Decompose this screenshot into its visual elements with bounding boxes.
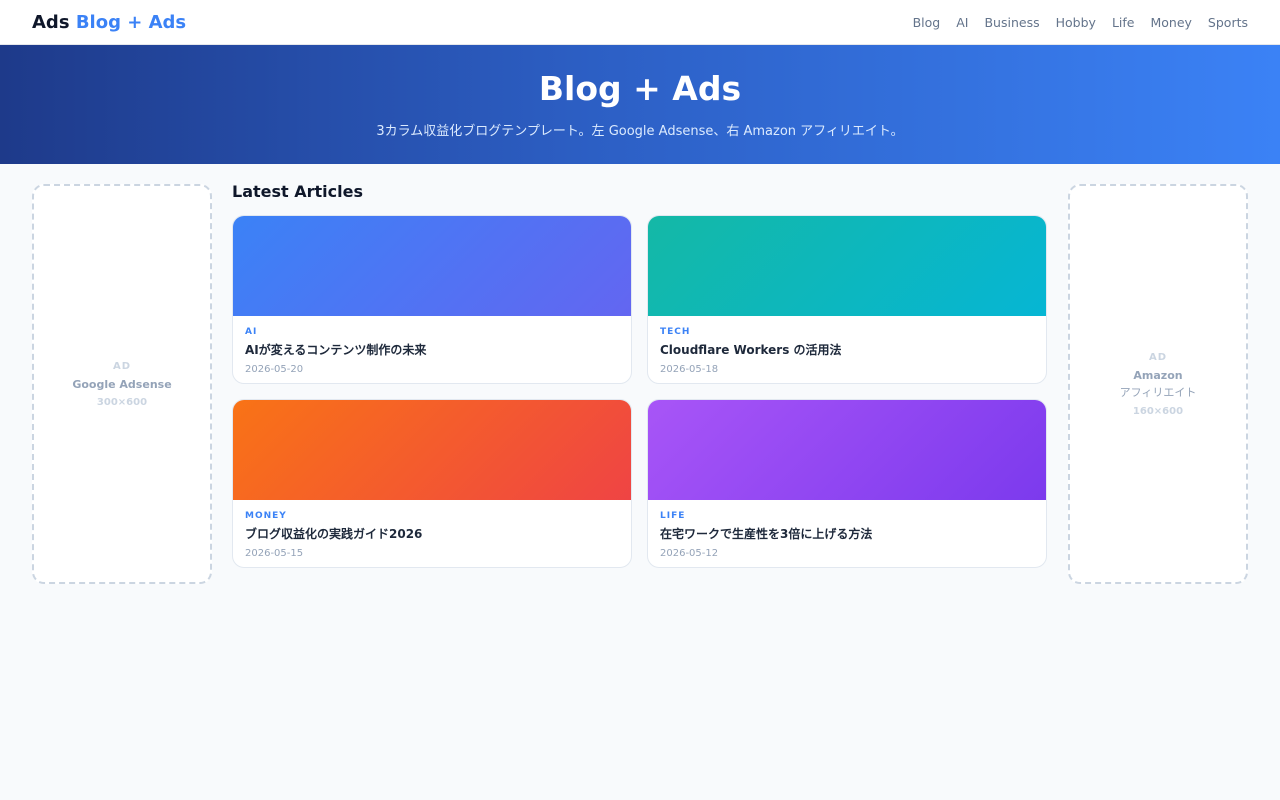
article-title[interactable]: ブログ収益化の実践ガイド2026: [245, 525, 619, 542]
ad-slot-right[interactable]: AD Amazon アフィリエイト 160×600: [1068, 184, 1248, 584]
ad-label: AD: [1148, 351, 1168, 363]
hero-subtitle: 3カラム収益化ブログテンプレート。左 Google Adsense、右 Amaz…: [376, 123, 904, 139]
article-thumbnail: [233, 216, 631, 316]
three-column-layout: AD Google Adsense 300×600 Latest Article…: [0, 164, 1280, 604]
article-grid: AI AIが変えるコンテンツ制作の未来 2026-05-20 TECH Clou…: [232, 215, 1048, 568]
article-card[interactable]: MONEY ブログ収益化の実践ガイド2026 2026-05-15: [232, 399, 632, 568]
article-date: 2026-05-18: [660, 364, 719, 375]
article-date: 2026-05-15: [245, 548, 304, 559]
article-date: 2026-05-20: [245, 364, 304, 375]
article-body: LIFE 在宅ワークで生産性を3倍に上げる方法 2026-05-12: [648, 500, 1046, 567]
ad-label: AD: [112, 360, 132, 372]
nav-item-business[interactable]: Business: [984, 15, 1039, 30]
ad-size: 160×600: [1132, 405, 1184, 417]
article-category: LIFE: [660, 511, 686, 521]
article-date: 2026-05-12: [660, 548, 719, 559]
article-category: AI: [245, 327, 258, 337]
article-thumbnail: [648, 216, 1046, 316]
article-body: TECH Cloudflare Workers の活用法 2026-05-18: [648, 316, 1046, 383]
article-title[interactable]: 在宅ワークで生産性を3倍に上げる方法: [660, 525, 1034, 542]
article-body: MONEY ブログ収益化の実践ガイド2026 2026-05-15: [233, 500, 631, 567]
top-bar: Ads Blog + Ads Blog AI Business Hobby Li…: [0, 0, 1280, 45]
ad-size: 300×600: [96, 396, 148, 408]
nav-item-sports[interactable]: Sports: [1208, 15, 1248, 30]
article-card[interactable]: AI AIが変えるコンテンツ制作の未来 2026-05-20: [232, 215, 632, 384]
site-logo[interactable]: Ads Blog + Ads: [32, 12, 186, 33]
article-body: AI AIが変えるコンテンツ制作の未来 2026-05-20: [233, 316, 631, 383]
nav-item-hobby[interactable]: Hobby: [1056, 15, 1096, 30]
nav-item-ai[interactable]: AI: [956, 15, 968, 30]
logo-text-primary: Ads: [32, 11, 70, 33]
nav-item-life[interactable]: Life: [1112, 15, 1135, 30]
article-category: MONEY: [245, 511, 287, 521]
nav-item-blog[interactable]: Blog: [913, 15, 941, 30]
hero-title: Blog + Ads: [538, 68, 742, 108]
nav-item-money[interactable]: Money: [1150, 15, 1191, 30]
ad-provider-subtitle: アフィリエイト: [1119, 385, 1197, 399]
hero-banner: Blog + Ads 3カラム収益化ブログテンプレート。左 Google Ads…: [0, 45, 1280, 164]
article-title[interactable]: Cloudflare Workers の活用法: [660, 341, 1034, 358]
logo-text-accent: Blog + Ads: [75, 11, 187, 33]
article-category: TECH: [660, 327, 691, 337]
main-content: Latest Articles AI AIが変えるコンテンツ制作の未来 2026…: [232, 182, 1048, 584]
ad-provider: Amazon: [1133, 368, 1183, 382]
article-card[interactable]: TECH Cloudflare Workers の活用法 2026-05-18: [647, 215, 1047, 384]
article-thumbnail: [648, 400, 1046, 500]
article-card[interactable]: LIFE 在宅ワークで生産性を3倍に上げる方法 2026-05-12: [647, 399, 1047, 568]
main-nav: Blog AI Business Hobby Life Money Sports: [913, 15, 1248, 30]
ad-provider: Google Adsense: [72, 377, 172, 391]
ad-slot-left[interactable]: AD Google Adsense 300×600: [32, 184, 212, 584]
section-heading: Latest Articles: [232, 182, 363, 201]
article-thumbnail: [233, 400, 631, 500]
article-title[interactable]: AIが変えるコンテンツ制作の未来: [245, 341, 619, 358]
